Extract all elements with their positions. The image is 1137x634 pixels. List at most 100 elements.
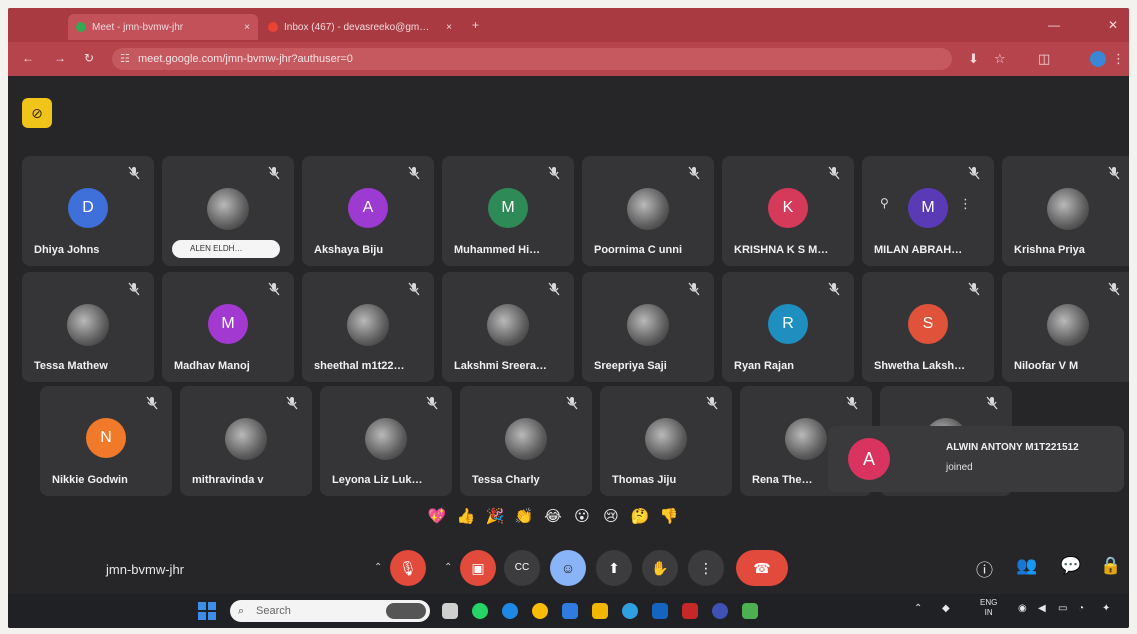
app-icon[interactable] [622, 603, 638, 619]
meeting-details-icon[interactable]: ⓘ [976, 556, 993, 581]
mic-muted-icon [408, 282, 420, 296]
participant-name: Rena The… [752, 474, 813, 486]
participant-tile[interactable]: R Ryan Rajan [722, 272, 854, 382]
reload-icon[interactable]: ↻ [84, 51, 94, 65]
browser-menu-icon[interactable]: ⋮ [1112, 51, 1125, 67]
site-info-icon[interactable]: ☷ [120, 48, 130, 70]
participant-tile[interactable]: M Muhammed Hi… [442, 156, 574, 266]
mic-muted-icon [128, 282, 140, 296]
volume-icon[interactable]: ◀ [1038, 603, 1046, 614]
app-icon[interactable] [742, 603, 758, 619]
tray-overflow-icon[interactable]: ⌃ [914, 603, 922, 614]
back-icon[interactable]: ← [22, 51, 34, 65]
mic-muted-icon [566, 396, 578, 410]
raise-hand-button[interactable]: ✋ [642, 550, 678, 586]
camera-toggle-button[interactable]: ▣ [460, 550, 496, 586]
participant-tile[interactable]: K KRISHNA K S M… [722, 156, 854, 266]
emoji-icon: ☺ [560, 560, 576, 576]
tab-close-icon[interactable]: × [446, 22, 452, 33]
copilot-icon[interactable]: ✦ [1102, 603, 1110, 614]
language-indicator[interactable]: ENG IN [980, 598, 997, 618]
present-button[interactable]: ⬆ [596, 550, 632, 586]
new-tab-button[interactable]: + [472, 18, 479, 32]
participant-tile[interactable]: ALEN ELDH… [162, 156, 294, 266]
party-reaction-icon[interactable]: 🎉 [484, 506, 506, 528]
emoji-button[interactable]: ☺ [550, 550, 586, 586]
extensions-icon[interactable]: ◫ [1038, 51, 1050, 67]
forward-icon[interactable]: → [54, 51, 66, 65]
tile-more-icon[interactable]: ⋮ [959, 196, 972, 212]
profile-avatar[interactable] [1090, 51, 1106, 67]
edge-icon[interactable] [502, 603, 518, 619]
tab-inbox[interactable]: Inbox (467) - devasreeko@gm… × [260, 14, 460, 40]
participant-tile[interactable]: N Nikkie Godwin [40, 386, 172, 496]
participant-tile[interactable]: M ⚲ ⋮ MILAN ABRAH… [862, 156, 994, 266]
file-explorer-icon[interactable] [592, 603, 608, 619]
sad-reaction-icon[interactable]: 😢 [600, 506, 622, 528]
mic-muted-icon [968, 282, 980, 296]
tab-meet[interactable]: Meet - jmn-bvmw-jhr × [68, 14, 258, 40]
chat-icon[interactable]: 💬 [1060, 556, 1081, 576]
host-controls-lock-icon[interactable]: 🔒 [1100, 556, 1121, 576]
participant-tile[interactable]: S Shwetha Laksh… [862, 272, 994, 382]
participant-avatar: K [768, 188, 808, 228]
participant-tile[interactable]: M Madhav Manoj [162, 272, 294, 382]
participant-tile[interactable]: Tessa Charly [460, 386, 592, 496]
leave-call-button[interactable]: ☎ [736, 550, 788, 586]
surprised-reaction-icon[interactable]: 😮 [571, 506, 593, 528]
chrome-icon[interactable] [532, 603, 548, 619]
participant-tile[interactable]: sheethal m1t22… [302, 272, 434, 382]
search-icon: ⌕ [238, 605, 245, 617]
participant-name: MILAN ABRAH… [874, 244, 963, 256]
lang-bottom: IN [984, 608, 993, 617]
battery-icon[interactable]: ▭ [1058, 603, 1067, 614]
participant-name: Leyona Liz Luk… [332, 474, 423, 486]
camera-off-badge-icon[interactable]: ⊘ [22, 98, 52, 128]
close-window-icon[interactable]: ✕ [1108, 18, 1118, 32]
download-icon[interactable]: ⬇ [968, 51, 979, 67]
wifi-icon[interactable]: ◉ [1018, 603, 1027, 614]
windows-start-icon[interactable] [198, 602, 216, 620]
app-icon[interactable] [712, 603, 728, 619]
participant-tile[interactable]: Thomas Jiju [600, 386, 732, 496]
mic-options-chevron-icon[interactable]: ⌃ [374, 562, 382, 573]
heart-reaction-icon[interactable]: 💖 [426, 506, 448, 528]
url-field[interactable]: ☷ meet.google.com/jmn-bvmw-jhr?authuser=… [112, 48, 952, 70]
people-icon[interactable]: 👥 [1016, 556, 1037, 576]
participant-tile[interactable]: Poornima C unni [582, 156, 714, 266]
participant-tile[interactable]: Niloofar V M [1002, 272, 1129, 382]
taskbar-search-input[interactable]: ⌕ Search [230, 600, 430, 622]
thinking-reaction-icon[interactable]: 🤔 [629, 506, 651, 528]
laugh-reaction-icon[interactable]: 😂 [542, 506, 564, 528]
participant-tile[interactable]: Tessa Mathew [22, 272, 154, 382]
tray-app-icon[interactable]: ◆ [942, 603, 950, 614]
participant-tile[interactable]: D Dhiya Johns [22, 156, 154, 266]
participant-photo [1047, 188, 1089, 230]
participant-tile[interactable]: Sreepriya Saji [582, 272, 714, 382]
bookmark-star-icon[interactable]: ☆ [994, 51, 1006, 67]
thumbs-up-reaction-icon[interactable]: 👍 [455, 506, 477, 528]
app-icon[interactable] [682, 603, 698, 619]
mic-toggle-button[interactable]: 🎙 [390, 550, 426, 586]
thumbs-down-reaction-icon[interactable]: 👎 [658, 506, 680, 528]
captions-button[interactable]: CC [504, 550, 540, 586]
participant-photo [207, 188, 249, 230]
participant-tile[interactable]: Lakshmi Sreera… [442, 272, 574, 382]
whatsapp-icon[interactable] [472, 603, 488, 619]
participant-tile[interactable]: A Akshaya Biju [302, 156, 434, 266]
camera-options-chevron-icon[interactable]: ⌃ [444, 562, 452, 573]
task-view-icon[interactable] [442, 603, 458, 619]
notifications-icon[interactable]: ◔ [1078, 603, 1084, 614]
pin-icon[interactable]: ⚲ [880, 196, 889, 210]
participant-tile[interactable]: Leyona Liz Luk… [320, 386, 452, 496]
tab-close-icon[interactable]: × [244, 22, 250, 33]
participant-tile[interactable]: mithravinda v [180, 386, 312, 496]
microsoft-store-icon[interactable] [562, 603, 578, 619]
participant-photo [365, 418, 407, 460]
minimize-icon[interactable]: — [1048, 18, 1060, 32]
clap-reaction-icon[interactable]: 👏 [513, 506, 535, 528]
participant-tile[interactable]: Krishna Priya [1002, 156, 1129, 266]
hand-icon: ✋ [651, 560, 669, 576]
more-options-button[interactable]: ⋮ [688, 550, 724, 586]
app-icon[interactable] [652, 603, 668, 619]
